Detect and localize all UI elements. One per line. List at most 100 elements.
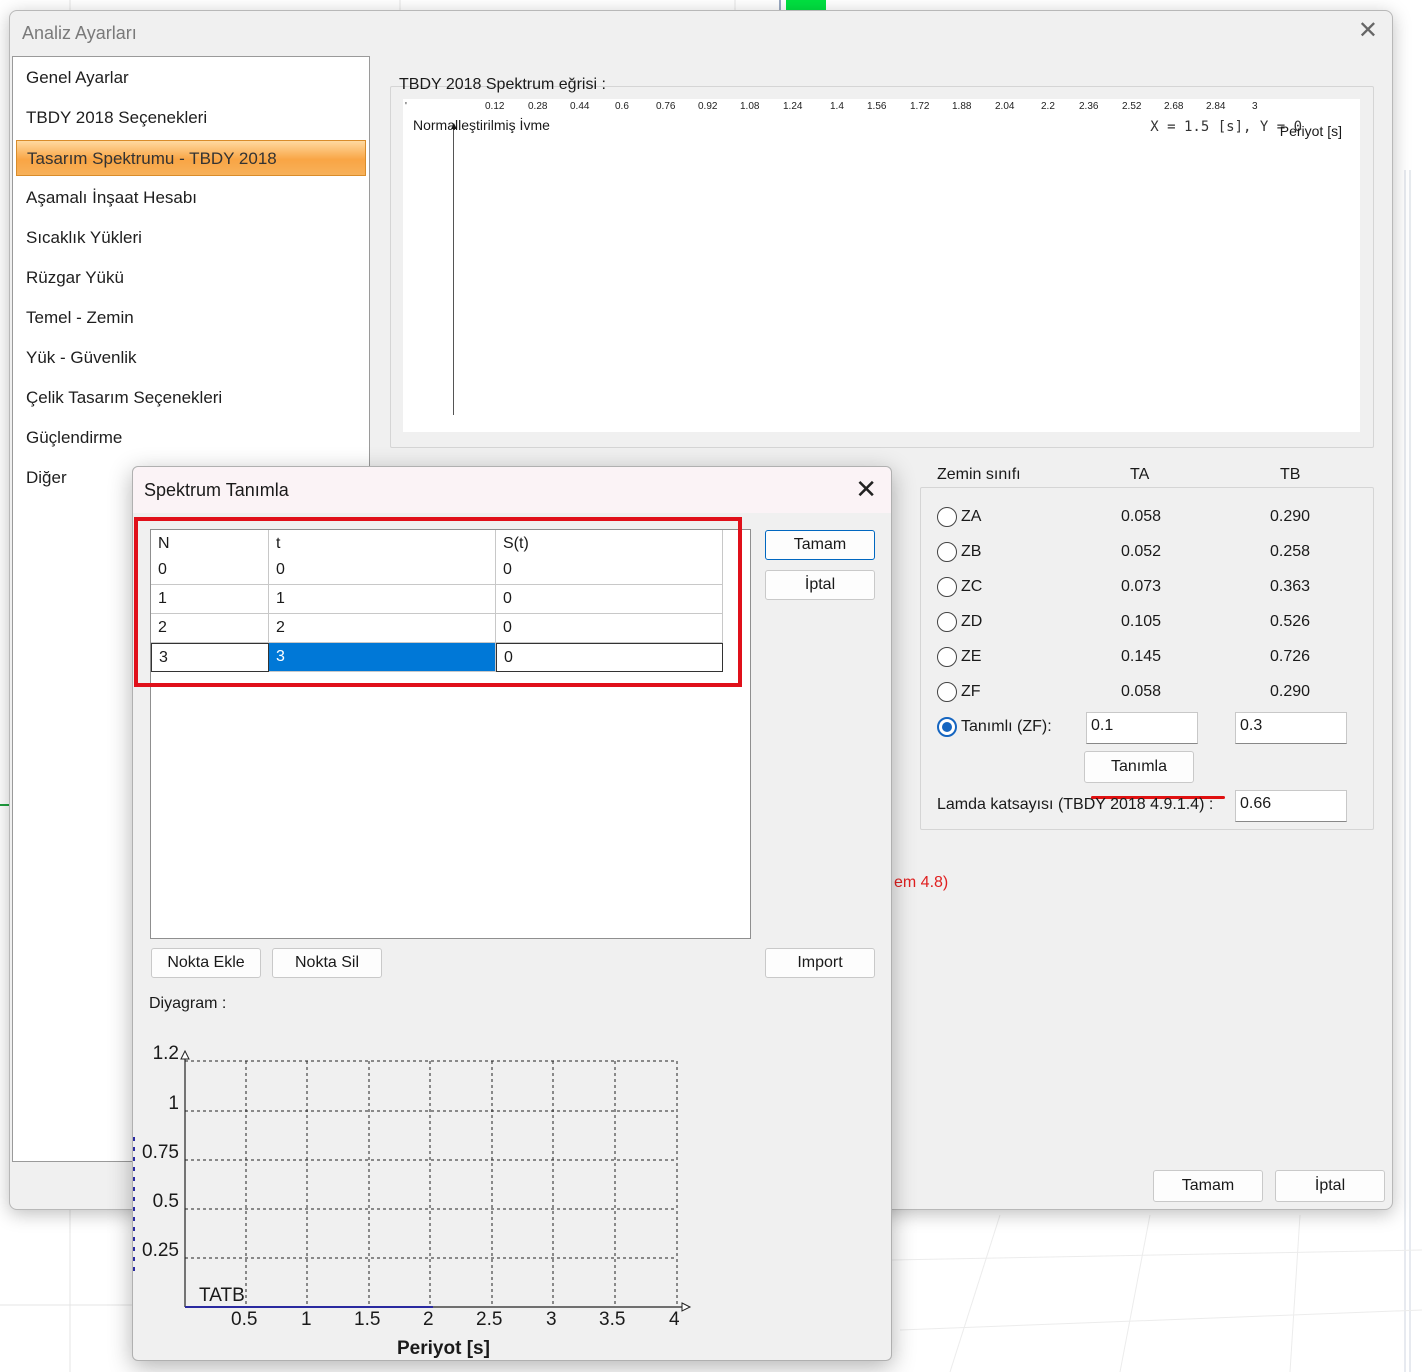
nav-item-ruzgar-yuku[interactable]: Rüzgar Yükü — [16, 260, 366, 296]
x-tick: 0.28 — [528, 101, 548, 112]
diagram-label: Diyagram : — [149, 995, 227, 1012]
tb-value: 0.726 — [1270, 648, 1311, 665]
plot-y-axis-label: Normalleştirilmiş İvme — [413, 117, 550, 133]
x-tick: 0.76 — [656, 101, 676, 112]
x-tick-label: 3.5 — [599, 1309, 626, 1330]
y-tick-label: 0.25 — [142, 1240, 179, 1261]
radio-button[interactable] — [937, 507, 957, 527]
x-tick: 3 — [1252, 101, 1258, 112]
plot-x-axis-label: Periyot [s] — [1279, 123, 1342, 139]
y-axis-line — [453, 127, 454, 415]
x-tick-label: 4 — [669, 1309, 680, 1330]
x-tick: 1.88 — [952, 101, 972, 112]
tb-value: 0.526 — [1270, 613, 1311, 630]
x-tick: 1.24 — [783, 101, 803, 112]
tb-value: 0.290 — [1270, 508, 1311, 525]
sub-dialog-title: Spektrum Tanımla — [144, 480, 289, 500]
tb-value: 0.258 — [1270, 543, 1311, 560]
nav-item-guclendirme[interactable]: Güçlendirme — [16, 420, 366, 456]
x-tick: 0.12 — [485, 101, 505, 112]
custom-ta-input[interactable]: 0.1 — [1086, 712, 1198, 744]
radio-button[interactable] — [937, 542, 957, 562]
ta-value: 0.052 — [1121, 543, 1162, 560]
soil-option-label: ZC — [961, 578, 983, 595]
ta-tb-marker-label: TATB — [199, 1285, 245, 1306]
y-tick-label: 0.75 — [142, 1142, 179, 1163]
tb-header: TB — [1280, 466, 1301, 483]
x-tick: 1.56 — [867, 101, 887, 112]
define-button[interactable]: Tanımla — [1084, 751, 1194, 783]
x-tick-label: 2 — [423, 1309, 434, 1330]
sub-cancel-button[interactable]: İptal — [765, 570, 875, 600]
nav-item-sicaklik-yukleri[interactable]: Sıcaklık Yükleri — [16, 220, 366, 256]
soil-option-label: ZE — [961, 648, 982, 665]
ta-value: 0.058 — [1121, 683, 1162, 700]
soil-option-label: ZB — [961, 543, 982, 560]
soil-option-label: ZA — [961, 508, 982, 525]
x-tick: 0.92 — [698, 101, 718, 112]
x-tick-label: 2.5 — [476, 1309, 503, 1330]
red-warning-note: em 4.8) — [894, 874, 949, 891]
tb-value: 0.290 — [1270, 683, 1311, 700]
tb-value: 0.363 — [1270, 578, 1311, 595]
x-tick: 1.72 — [910, 101, 930, 112]
x-tick: 0.6 — [615, 101, 629, 112]
spectrum-define-dialog: Spektrum Tanımla ✕ N t S(t) 0 0 0 1 1 0 … — [132, 466, 892, 1361]
sub-ok-button[interactable]: Tamam — [765, 530, 875, 560]
lamda-label: Lamda katsayısı (TBDY 2018 4.9.1.4) : — [937, 796, 1214, 813]
main-cancel-button[interactable]: İptal — [1275, 1170, 1385, 1202]
nav-item-celik-tasarim[interactable]: Çelik Tasarım Seçenekleri — [16, 380, 366, 416]
radio-button[interactable] — [937, 647, 957, 667]
x-tick: 2.52 — [1122, 101, 1142, 112]
nav-item-temel-zemin[interactable]: Temel - Zemin — [16, 300, 366, 336]
radio-button[interactable] — [937, 682, 957, 702]
close-icon[interactable]: ✕ — [1358, 19, 1378, 43]
x-tick-label: 0.5 — [231, 1309, 258, 1330]
dialog-title: Analiz Ayarları — [22, 23, 137, 43]
soil-class-header: Zemin sınıfı — [937, 466, 1021, 483]
nav-item-tbdy-secenekleri[interactable]: TBDY 2018 Seçenekleri — [16, 100, 366, 136]
ta-value: 0.105 — [1121, 613, 1162, 630]
spectrum-plot: ' 0.12 0.28 0.44 0.6 0.76 0.92 1.08 1.24… — [403, 99, 1360, 432]
nav-item-genel-ayarlar[interactable]: Genel Ayarlar — [16, 60, 366, 96]
red-highlight-box — [134, 517, 742, 687]
diagram-labels: 1.2 1 0.75 0.5 0.25 0.5 1 1.5 2 2.5 3 3.… — [133, 1037, 891, 1362]
add-point-button[interactable]: Nokta Ekle — [151, 948, 261, 978]
diagram-x-axis-label: Periyot [s] — [397, 1338, 490, 1359]
x-tick: 2.84 — [1206, 101, 1226, 112]
y-tick-label: 1 — [168, 1093, 179, 1114]
x-tick: 2.68 — [1164, 101, 1184, 112]
lamda-input[interactable]: 0.66 — [1235, 790, 1347, 822]
y-tick-label: 0.5 — [152, 1191, 179, 1212]
spectrum-title: TBDY 2018 Spektrum eğrisi : — [399, 76, 606, 93]
x-tick: 0.44 — [570, 101, 590, 112]
close-icon[interactable]: ✕ — [855, 476, 877, 502]
x-tick: 2.2 — [1041, 101, 1055, 112]
ta-value: 0.058 — [1121, 508, 1162, 525]
y-tick-label: 1.2 — [152, 1043, 179, 1064]
x-tick-label: 1.5 — [354, 1309, 381, 1330]
nav-item-asamali-insaat[interactable]: Aşamalı İnşaat Hesabı — [16, 180, 366, 216]
radio-button[interactable] — [937, 612, 957, 632]
x-tick: 1.4 — [830, 101, 844, 112]
delete-point-button[interactable]: Nokta Sil — [272, 948, 382, 978]
ta-header: TA — [1130, 466, 1150, 483]
x-tick: 2.36 — [1079, 101, 1099, 112]
green-marker — [786, 0, 826, 10]
ta-value: 0.145 — [1121, 648, 1162, 665]
main-ok-button[interactable]: Tamam — [1153, 1170, 1263, 1202]
radio-button[interactable] — [937, 577, 957, 597]
x-tick-label: 1 — [301, 1309, 312, 1330]
x-tick-origin: ' — [405, 101, 407, 112]
ta-value: 0.073 — [1121, 578, 1162, 595]
nav-item-tasarim-spektrumu[interactable]: Tasarım Spektrumu - TBDY 2018 — [16, 140, 366, 176]
radio-button-checked[interactable] — [937, 717, 957, 737]
x-tick: 1.08 — [740, 101, 760, 112]
custom-tb-input[interactable]: 0.3 — [1235, 712, 1347, 744]
x-tick-label: 3 — [546, 1309, 557, 1330]
import-button[interactable]: Import — [765, 948, 875, 978]
nav-item-yuk-guvenlik[interactable]: Yük - Güvenlik — [16, 340, 366, 376]
x-tick: 2.04 — [995, 101, 1015, 112]
sub-dialog-titlebar: Spektrum Tanımla ✕ — [133, 467, 891, 513]
custom-option-label: Tanımlı (ZF): — [961, 718, 1052, 735]
